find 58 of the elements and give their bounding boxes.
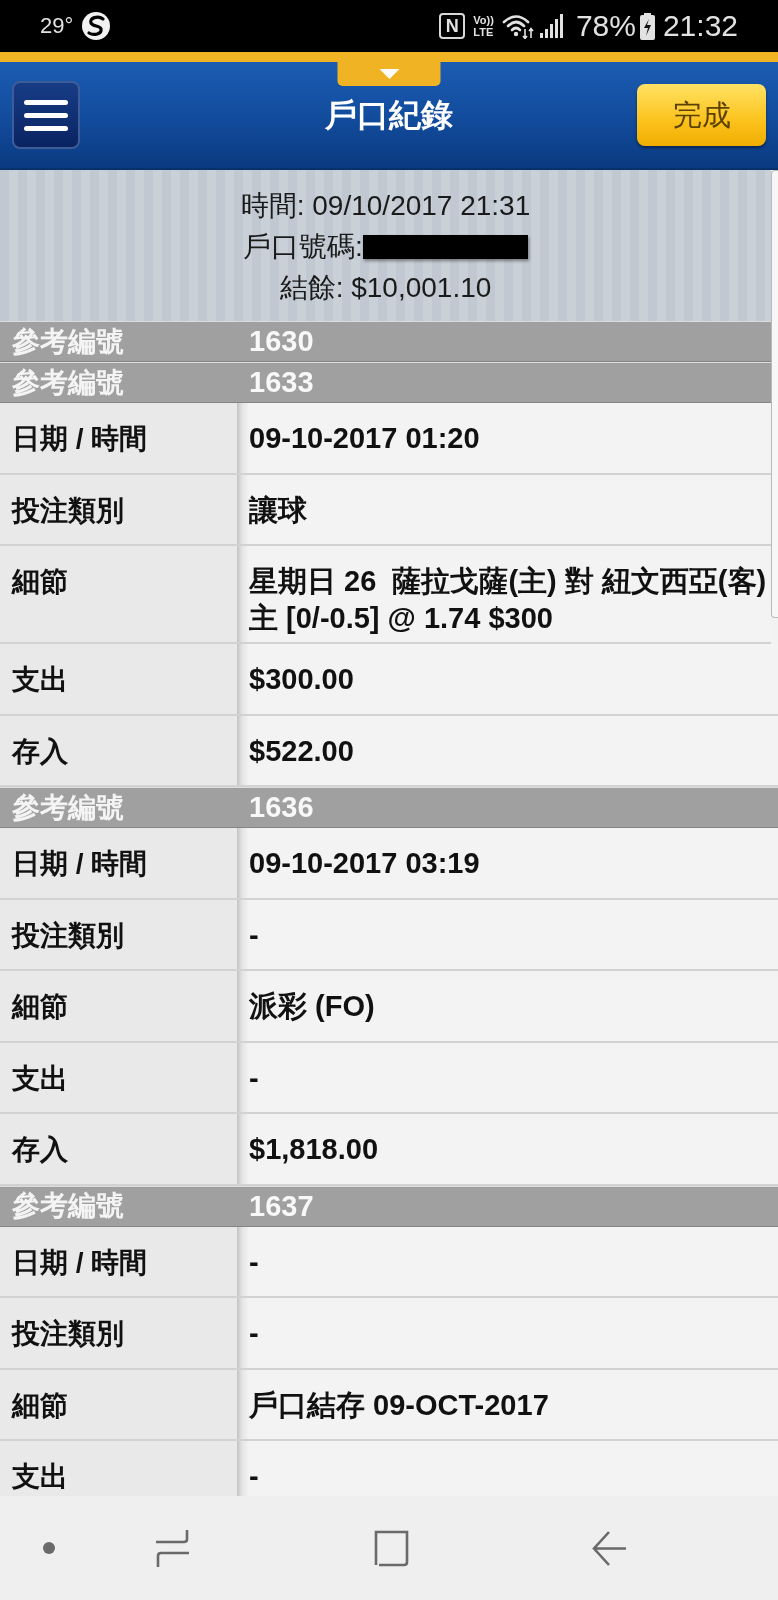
field-value: - [249,1316,259,1351]
balance-text: 結餘: $10,001.10 [279,271,492,305]
reference-number: 1637 [249,1191,314,1221]
menu-button[interactable] [12,81,80,149]
reference-label: 參考編號 [11,1192,125,1220]
field-value: - [249,1459,259,1494]
triangle-down-icon [379,69,399,79]
field-label: 投注類別 [12,1317,125,1351]
field-value: 讓球 [249,492,307,528]
battery-percent: 78% [575,11,636,41]
field-value: 派彩 (FO) [249,989,375,1024]
field-label: 支出 [12,663,69,697]
dot-icon[interactable] [43,1542,55,1554]
field-label: 日期 / 時間 [12,1245,149,1280]
field-label: 細節 [12,1388,69,1423]
reference-label: 參考編號 [11,327,125,356]
back-icon[interactable] [592,1529,627,1567]
field-label: 細節 [12,565,69,599]
nfc-indicator: N [439,13,466,39]
timestamp-text: 時間: 09/10/2017 21:31 [240,189,531,223]
account-number-label: 戶口號碼: [243,230,363,264]
reference-number: 1633 [249,368,314,397]
field-label: 投注類別 [12,493,125,528]
field-value: - [249,1244,259,1280]
field-value: $1,818.00 [249,1132,378,1167]
reference-number: 1630 [249,327,314,356]
reference-label: 參考編號 [11,368,125,397]
field-value: - [249,1060,259,1096]
field-value: 星期日 26 薩拉戈薩(主) 對 紐文西亞(客) 主 [0/-0.5] @ 1.74 $300 [249,564,767,636]
temperature-text: 29° [40,15,74,37]
field-label: 投注類別 [12,918,125,953]
field-label: 細節 [12,990,69,1024]
recents-icon[interactable] [155,1528,190,1568]
field-value: 09-10-2017 03:19 [249,846,480,881]
field-label: 日期 / 時間 [12,847,149,881]
clock-time: 21:32 [662,11,738,41]
page-title: 戶口紀錄 [325,99,453,131]
field-label: 日期 / 時間 [12,422,149,456]
done-button[interactable]: 完成 [637,84,766,146]
field-label: 支出 [12,1061,69,1096]
wifi-icon [501,13,534,39]
swirl-circle-icon [81,11,112,41]
field-label: 存入 [12,1133,69,1167]
field-value: 09-10-2017 01:20 [249,421,480,456]
reference-label: 參考編號 [11,793,125,822]
home-icon[interactable] [373,1529,409,1567]
field-value: $522.00 [249,733,354,769]
pull-down-tab[interactable] [337,62,441,86]
menu-icon [24,99,68,131]
reference-number: 1636 [249,793,314,822]
field-label: 存入 [12,734,69,769]
field-label: 支出 [12,1460,69,1494]
field-value: 戶口結存 09-OCT-2017 [249,1387,549,1423]
field-value: $300.00 [249,662,354,697]
battery-charging-icon [639,12,655,40]
signal-bars-icon [539,14,566,38]
field-value: - [249,917,259,953]
volte-indicator: Vo)) LTE [473,14,494,38]
